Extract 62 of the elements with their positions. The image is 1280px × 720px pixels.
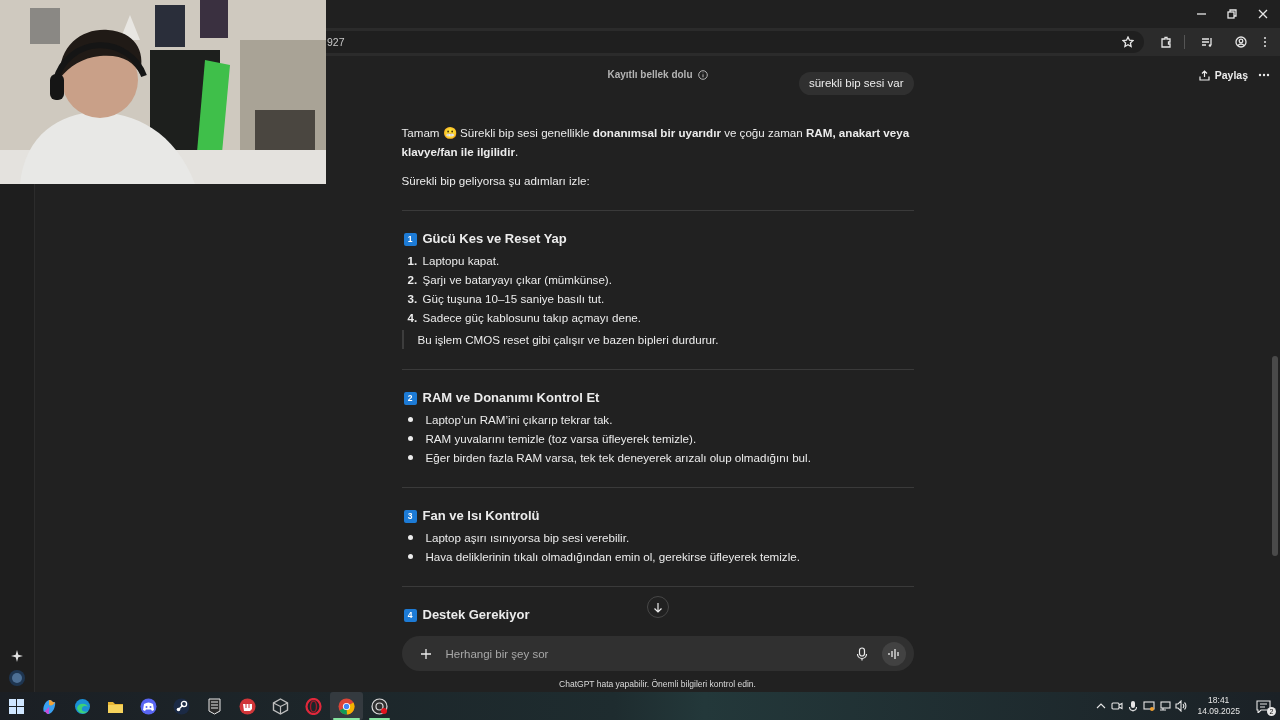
voice-mode-button[interactable] (881, 641, 906, 666)
piston-logo-icon (173, 697, 190, 715)
bookmark-star-icon[interactable] (1122, 36, 1134, 48)
number-badge: 1 (403, 232, 417, 246)
sound-wave-icon (887, 647, 900, 660)
list-item-text: Şarjı ve bataryayı çıkar (mümkünse). (422, 272, 612, 288)
taskbar-button[interactable] (330, 692, 363, 720)
list-item-text: Hava deliklerinin tıkalı olmadığından emin ol, gerekirse üfleyerek temizle. (425, 549, 800, 565)
controller-logo-icon (140, 697, 157, 715)
list-item-text: Eğer birden fazla RAM varsa, tek tek deneyerek arızalı olup olmadığını bul. (425, 450, 811, 466)
disclaimer-text: ChatGPT hata yapabilir. Önemli bilgileri kontrol edin. (558, 677, 757, 691)
list-number: 1. (406, 253, 419, 269)
list-item-text: Laptop aşırı ısınıyorsa bip sesi verebilir. (425, 530, 630, 546)
cube-icon (272, 697, 289, 715)
scroll-down-icon[interactable] (646, 596, 669, 618)
number-badge: 2 (403, 391, 417, 405)
address-field[interactable]: 927 (326, 31, 1144, 53)
answer-text: Sürekli bip geliyorsa şu adımları izle: (401, 173, 591, 189)
bullet-dot (407, 535, 413, 540)
answer-text: Tamam 😬 Sürekli bip sesi genellikle donanımsal bir uyarıdır ve çoğu zaman RAM, anakart veya klavye/fan ile ilgilidir. (401, 125, 911, 160)
browser-logo-icon (338, 697, 355, 715)
section-heading: RAM ve Donanımı Kontrol Et (422, 389, 600, 407)
clock[interactable]: 18:41 14.09.2025 (1197, 695, 1240, 717)
bullet-dot (407, 554, 413, 559)
number-badge: 4 (403, 608, 417, 622)
list-number: 4. (406, 310, 419, 326)
start-icon (8, 697, 25, 715)
info-icon[interactable] (697, 69, 708, 80)
wave-logo-icon (74, 697, 91, 715)
bullet-dot (407, 436, 413, 441)
fist-logo-icon (239, 697, 256, 715)
bullet-dot (407, 417, 413, 422)
list-item-text: Laptop’un RAM’ini çıkarıp tekrar tak. (425, 412, 613, 428)
shield-logo-icon (206, 697, 223, 715)
list-number: 3. (406, 291, 419, 307)
list-item-text: RAM yuvalarını temizle (toz varsa üfleyerek temizle). (425, 431, 697, 447)
share-button[interactable]: Paylaş (1198, 67, 1248, 83)
scrollbar-thumb[interactable] (1272, 356, 1278, 556)
avatar-icon[interactable] (9, 670, 25, 686)
sparkle-icon[interactable] (11, 650, 23, 662)
ring-logo-icon (305, 697, 322, 715)
user-message-bubble: sürekli bip sesi var (798, 72, 914, 95)
section-heading: Gücü Kes ve Reset Yap (422, 230, 567, 248)
bullet-dot (407, 455, 413, 460)
clock-date: 14.09.2025 (1197, 706, 1240, 717)
quote-note: Bu işlem CMOS reset gibi çalışır ve bazen bipleri durdurur. (401, 330, 914, 349)
message-input[interactable]: Herhangi bir şey sor (445, 647, 842, 660)
section-heading: Destek Gerekiyor (422, 606, 530, 624)
address-text: 927 (327, 36, 345, 48)
section-heading: Fan ve Isı Kontrolü (422, 507, 540, 525)
list-item-text: Sadece güç kablosunu takıp açmayı dene. (422, 310, 641, 326)
list-number: 2. (406, 272, 419, 288)
recorder-logo-icon (371, 697, 388, 715)
swirl-logo-icon (41, 697, 58, 715)
list-item-text: Laptopu kapat. (422, 253, 500, 269)
message-composer[interactable]: Herhangi bir şey sor (401, 636, 914, 671)
clock-time: 18:41 (1208, 695, 1230, 706)
plus-icon (419, 647, 432, 660)
list-item-text: Güç tuşuna 10–15 saniye basılı tut. (422, 291, 605, 307)
memory-notice: Kayıtlı bellek dolu (607, 69, 693, 80)
number-badge: 3 (403, 509, 417, 523)
upload-icon (1198, 69, 1210, 81)
